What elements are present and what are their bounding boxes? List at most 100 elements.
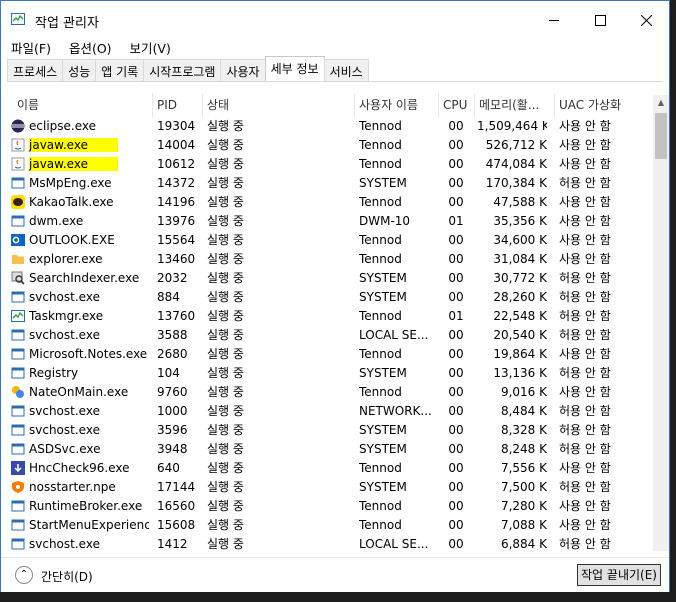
end-task-button[interactable]: 작업 끝내기(E) (577, 564, 661, 586)
title-bar: 작업 관리자 (1, 5, 669, 35)
table-row[interactable]: ASDSvc.exe 3948 실행 중 SYSTEM 00 8,248 K 허용 안 함 (7, 440, 651, 459)
table-row[interactable]: eclipse.exe 19304 실행 중 Tennod 00 1,509,464 K 사… (7, 117, 651, 136)
cell-uac: 사용 안 함 (559, 214, 611, 228)
table-row[interactable]: svchost.exe 3596 실행 중 SYSTEM 00 8,328 K 허용 안 함 (7, 421, 651, 440)
cell-uac: 허용 안 함 (559, 290, 611, 304)
vertical-scrollbar[interactable]: ▲ (653, 95, 669, 551)
cell-memory: 7,088 K (500, 518, 547, 532)
cell-user: DWM-10 (359, 214, 411, 228)
close-button[interactable] (623, 5, 669, 35)
cell-name: Registry (11, 364, 149, 383)
cell-uac: 허용 안 함 (559, 271, 611, 285)
cell-status: 실행 중 (207, 233, 244, 247)
column-cpu[interactable]: CPU (439, 93, 475, 117)
cell-cpu: 00 (448, 138, 464, 152)
column-status[interactable]: 상태 (203, 93, 355, 117)
cell-memory: 19,864 K (493, 347, 547, 361)
cell-uac: 사용 안 함 (559, 461, 611, 475)
tab-app-history[interactable]: 앱 기록 (95, 59, 145, 82)
table-row[interactable]: HncCheck96.exe 640 실행 중 Tennod 00 7,556 K 사용 안… (7, 459, 651, 478)
cell-uac: 허용 안 함 (559, 442, 611, 456)
table-row[interactable]: javaw.exe 10612 실행 중 Tennod 00 474,084 K 사용 안 … (7, 155, 651, 174)
process-name: svchost.exe (29, 423, 100, 437)
cell-memory: 526,712 K (485, 138, 547, 152)
window-icon (11, 537, 25, 551)
tab-services[interactable]: 서비스 (323, 59, 369, 82)
column-name[interactable]: 이름 (7, 93, 153, 117)
table-body: eclipse.exe 19304 실행 중 Tennod 00 1,509,464 K 사… (7, 117, 651, 551)
less-details-icon[interactable]: ⌃ (15, 566, 33, 584)
table-row[interactable]: explorer.exe 13460 실행 중 Tennod 00 31,084 K 사용 … (7, 250, 651, 269)
table-row[interactable]: svchost.exe 1412 실행 중 LOCAL SE... 00 6,884 K 허… (7, 535, 651, 551)
table-row[interactable]: Registry 104 실행 중 SYSTEM 00 13,136 K 허용 안 함 (7, 364, 651, 383)
cell-cpu: 00 (448, 195, 464, 209)
table-row[interactable]: svchost.exe 884 실행 중 SYSTEM 00 28,260 K 허용 안 함 (7, 288, 651, 307)
process-name: nosstarter.npe (29, 480, 116, 494)
scroll-up-icon[interactable]: ▲ (653, 95, 669, 111)
cell-uac: 허용 안 함 (559, 328, 611, 342)
table-row[interactable]: MsMpEng.exe 14372 실행 중 SYSTEM 00 170,384 K 허용 … (7, 174, 651, 193)
cell-status: 실행 중 (207, 537, 244, 551)
table-row[interactable]: dwm.exe 13976 실행 중 DWM-10 01 35,356 K 사용 안 함 (7, 212, 651, 231)
table-row[interactable]: nosstarter.npe 17144 실행 중 SYSTEM 00 7,500 K 허용… (7, 478, 651, 497)
table-row[interactable]: StartMenuExperienc... 15608 실행 중 Tennod 00 7,… (7, 516, 651, 535)
process-name: svchost.exe (29, 537, 100, 551)
cell-memory: 8,248 K (500, 442, 547, 456)
table-row[interactable]: svchost.exe 1000 실행 중 NETWORK... 00 8,484 K 허용… (7, 402, 651, 421)
tab-performance[interactable]: 성능 (62, 59, 97, 82)
menu-file[interactable]: 파일(F) (1, 35, 59, 57)
table-row[interactable]: KakaoTalk.exe 14196 실행 중 Tennod 00 47,588 K 사용… (7, 193, 651, 212)
cell-user: LOCAL SE... (359, 537, 429, 551)
cell-cpu: 00 (448, 385, 464, 399)
window-icon (11, 366, 25, 380)
menu-options[interactable]: 옵션(O) (59, 35, 120, 57)
column-uac[interactable]: UAC 가상화 (555, 93, 651, 117)
table-row[interactable]: javaw.exe 14004 실행 중 Tennod 00 526,712 K 사용 안 … (7, 136, 651, 155)
cell-user: Tennod (359, 252, 402, 266)
tab-startup[interactable]: 시작프로그램 (143, 59, 222, 82)
cell-uac: 허용 안 함 (559, 309, 611, 323)
scroll-thumb[interactable] (655, 113, 667, 159)
maximize-button[interactable] (577, 5, 623, 35)
cell-pid: 14004 (157, 138, 196, 152)
table-row[interactable]: NateOnMain.exe 9760 실행 중 Tennod 00 9,016 K 사용 … (7, 383, 651, 402)
tab-strip: 프로세스 성능 앱 기록 시작프로그램 사용자 세부 정보 서비스 (7, 56, 369, 82)
cell-uac: 사용 안 함 (559, 138, 611, 152)
cell-status: 실행 중 (207, 328, 244, 342)
table-row[interactable]: Taskmgr.exe 13760 실행 중 Tennod 01 22,548 K 허용 안… (7, 307, 651, 326)
column-user[interactable]: 사용자 이름 (355, 93, 439, 117)
process-table: 이름 PID 상태 사용자 이름 CPU 메모리(활... UAC 가상화 ⌃ … (7, 93, 669, 551)
cell-uac: 사용 안 함 (559, 119, 611, 133)
minimize-button[interactable] (531, 5, 577, 35)
cell-name: StartMenuExperienc... (11, 516, 149, 535)
cell-cpu: 00 (448, 442, 464, 456)
tab-users[interactable]: 사용자 (220, 59, 266, 82)
cell-user: Tennod (359, 195, 402, 209)
cell-pid: 15564 (157, 233, 196, 247)
cell-memory: 170,384 K (485, 176, 547, 190)
cell-pid: 2032 (157, 271, 188, 285)
minimize-icon (549, 19, 559, 21)
tab-details[interactable]: 세부 정보 (264, 56, 325, 82)
cell-user: Tennod (359, 461, 402, 475)
table-row[interactable]: OUTLOOK.EXE 15564 실행 중 Tennod 00 34,600 K 사용 안… (7, 231, 651, 250)
column-pid[interactable]: PID (153, 93, 203, 117)
table-row[interactable]: Microsoft.Notes.exe 2680 실행 중 Tennod 00 19,86… (7, 345, 651, 364)
window-icon (11, 347, 25, 361)
table-row[interactable]: SearchIndexer.exe 2032 실행 중 SYSTEM 00 30,772 … (7, 269, 651, 288)
cell-status: 실행 중 (207, 461, 244, 475)
table-row[interactable]: RuntimeBroker.exe 16560 실행 중 Tennod 00 7,280 … (7, 497, 651, 516)
java-icon (11, 138, 25, 152)
less-details-button[interactable]: 간단히(D) (41, 568, 93, 585)
outlook-icon (11, 233, 25, 247)
cell-name: javaw.exe (11, 155, 149, 174)
process-name: javaw.exe (29, 138, 118, 152)
cell-status: 실행 중 (207, 518, 244, 532)
nateon-icon (11, 385, 25, 399)
table-row[interactable]: svchost.exe 3588 실행 중 LOCAL SE... 00 20,540 K… (7, 326, 651, 345)
cell-name: svchost.exe (11, 535, 149, 551)
footer: ⌃ 간단히(D) 작업 끝내기(E) (1, 557, 669, 596)
cell-memory: 8,484 K (500, 404, 547, 418)
tab-processes[interactable]: 프로세스 (7, 59, 64, 82)
menu-view[interactable]: 보기(V) (120, 35, 179, 57)
